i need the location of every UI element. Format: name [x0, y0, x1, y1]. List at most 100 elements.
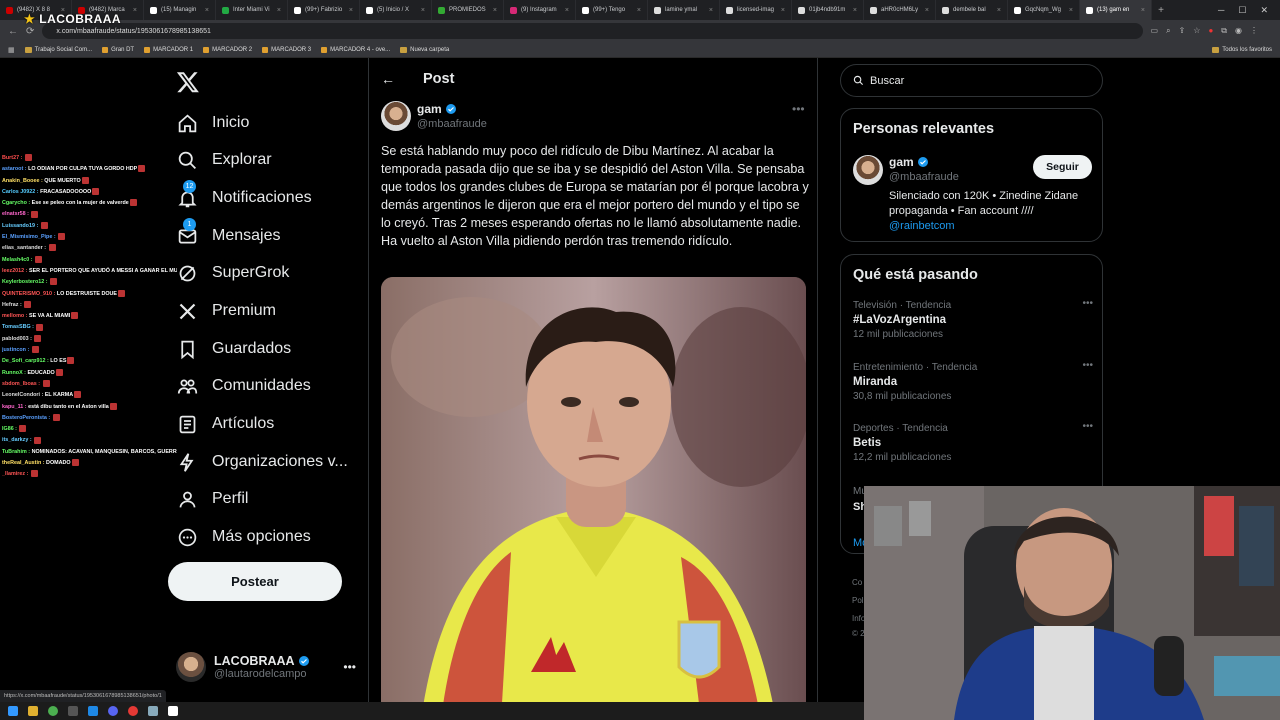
close-window-icon[interactable]: ✕ — [1260, 5, 1268, 16]
back-nav-icon[interactable]: ← — [8, 26, 18, 37]
tab-close-icon[interactable]: × — [565, 7, 569, 14]
tab-close-icon[interactable]: × — [781, 7, 785, 14]
relevant-handle[interactable]: @mbaafraude — [889, 171, 959, 183]
author-name[interactable]: gam — [417, 102, 442, 116]
folder-icon[interactable] — [28, 706, 38, 716]
tab-close-icon[interactable]: × — [709, 7, 713, 14]
nav-item-notificaciones[interactable]: 12 Notificaciones — [176, 180, 312, 209]
relevant-name-row[interactable]: gam — [889, 155, 929, 169]
browser-tab[interactable]: licensed-imag × — [720, 0, 792, 20]
browser-tab[interactable]: dembele bal × — [936, 0, 1008, 20]
bookmark-item[interactable]: MARCADOR 2 — [203, 46, 252, 53]
nav-item-premium[interactable]: Premium — [176, 300, 276, 322]
trend-more-icon[interactable]: ••• — [1082, 298, 1093, 309]
maximize-icon[interactable]: ☐ — [1238, 5, 1246, 16]
browser-tab[interactable]: (5) Inicio / X × — [360, 0, 432, 20]
trend-item[interactable]: Deportes · Tendencia Betis 12,2 mil public… — [853, 421, 1093, 463]
browser-tab[interactable]: (99+) Tengo × — [576, 0, 648, 20]
bookmark-item[interactable]: MARCADOR 1 — [144, 46, 193, 53]
author-name-row[interactable]: gam — [417, 102, 457, 116]
account-switcher[interactable]: LACOBRAAA @lautarodelcampo ••• — [176, 650, 356, 684]
discord-icon[interactable] — [108, 706, 118, 716]
url-field[interactable]: x.com/mbaafraude/status/1953061678985138… — [42, 23, 1143, 39]
tab-close-icon[interactable]: × — [349, 7, 353, 14]
trend-more-icon[interactable]: ••• — [1082, 360, 1093, 371]
start-icon[interactable] — [8, 706, 18, 716]
post-button[interactable]: Postear — [168, 562, 342, 601]
author-handle[interactable]: @mbaafraude — [417, 118, 487, 130]
avatar[interactable] — [853, 155, 883, 185]
bookmark-item[interactable]: Gran DT — [102, 46, 134, 53]
browser-tab[interactable]: (13) gam en × — [1080, 0, 1152, 20]
nav-item-perfil[interactable]: Perfil — [176, 488, 248, 510]
share-icon[interactable]: ⇪ — [1179, 26, 1186, 36]
new-tab-button[interactable]: + — [1152, 5, 1170, 16]
record-icon[interactable] — [128, 706, 138, 716]
bookmark-item[interactable]: MARCADOR 4 - ove... — [321, 46, 390, 53]
bookmark-item[interactable]: MARCADOR 3 — [262, 46, 311, 53]
tab-close-icon[interactable]: × — [277, 7, 281, 14]
tab-favicon-icon — [726, 6, 733, 14]
browser-tab[interactable]: 01jb4ndb91m × — [792, 0, 864, 20]
nav-item-explorar[interactable]: Explorar — [176, 149, 272, 171]
chrome-icon[interactable] — [48, 706, 58, 716]
app-icon[interactable] — [88, 706, 98, 716]
app3-icon[interactable] — [168, 706, 178, 716]
app2-icon[interactable] — [148, 706, 158, 716]
tab-close-icon[interactable]: × — [421, 7, 425, 14]
tab-close-icon[interactable]: × — [1069, 7, 1073, 14]
tab-close-icon[interactable]: × — [853, 7, 857, 14]
browser-tab[interactable]: aHR0cHM6Ly × — [864, 0, 936, 20]
post-photo[interactable] — [381, 277, 806, 720]
minimize-icon[interactable]: ─ — [1218, 5, 1224, 16]
nav-item-guardados[interactable]: Guardados — [176, 338, 291, 360]
browser-tab[interactable]: (9) Instagram × — [504, 0, 576, 20]
bookmark-item[interactable]: Nueva carpeta — [400, 46, 449, 53]
tab-close-icon[interactable]: × — [925, 7, 929, 14]
menu-dots-icon[interactable]: ⋮ — [1250, 26, 1258, 36]
zoom-icon[interactable]: ⌕ — [1166, 26, 1170, 36]
nav-label: Guardados — [212, 340, 292, 357]
browser-tab[interactable]: Inter Miami Vi × — [216, 0, 288, 20]
tab-close-icon[interactable]: × — [493, 7, 497, 14]
extension-icon[interactable]: ● — [1208, 26, 1213, 36]
tab-close-icon[interactable]: × — [637, 7, 641, 14]
tab-close-icon[interactable]: × — [133, 7, 137, 14]
obs-icon[interactable] — [68, 706, 78, 716]
bookmark-item[interactable]: Trabajo Social Com... — [24, 46, 92, 53]
tab-close-icon[interactable]: × — [1141, 7, 1145, 14]
nav-item-organizaciones-v[interactable]: Organizaciones v... — [176, 451, 348, 473]
follow-button[interactable]: Seguir — [1033, 155, 1092, 179]
post-more-icon[interactable]: ••• — [792, 102, 805, 116]
all-bookmarks[interactable]: Todos los favoritos — [1212, 46, 1280, 53]
trend-more-icon[interactable]: ••• — [1082, 421, 1093, 432]
browser-tab[interactable]: PROMIEDOS × — [432, 0, 504, 20]
relevant-name[interactable]: gam — [889, 155, 914, 169]
tab-close-icon[interactable]: × — [205, 7, 209, 14]
apps-grid-icon[interactable]: ▦ — [8, 46, 15, 54]
browser-tab[interactable]: lamine ymal × — [648, 0, 720, 20]
profile-avatar-icon[interactable]: ◉ — [1235, 26, 1242, 36]
search-field[interactable]: Buscar — [840, 64, 1103, 97]
star-bookmark-icon[interactable]: ☆ — [1193, 26, 1200, 36]
reload-icon[interactable]: ⟳ — [26, 26, 34, 37]
nav-item-más-opciones[interactable]: Más opciones — [176, 526, 311, 548]
nav-item-supergrok[interactable]: SuperGrok — [176, 262, 289, 284]
trend-item[interactable]: Televisión · Tendencia #LaVozArgentina 12 … — [853, 298, 1093, 340]
bio-link[interactable]: @rainbetcom — [889, 219, 1094, 234]
nav-item-inicio[interactable]: Inicio — [176, 112, 249, 134]
nav-item-comunidades[interactable]: Comunidades — [176, 375, 311, 397]
tab-close-icon[interactable]: × — [997, 7, 1001, 14]
nav-item-artículos[interactable]: Artículos — [176, 413, 274, 435]
trend-item[interactable]: Entretenimiento · Tendencia Miranda 30,8 m… — [853, 360, 1093, 402]
back-arrow-icon[interactable]: ← — [381, 71, 395, 87]
browser-tab[interactable]: GqcNqm_Wg × — [1008, 0, 1080, 20]
x-logo-icon[interactable] — [176, 70, 200, 94]
nav-item-mensajes[interactable]: 1 Mensajes — [176, 218, 280, 247]
cast-icon[interactable]: ▭ — [1151, 26, 1159, 36]
browser-tab[interactable]: (99+) Fabrizio × — [288, 0, 360, 20]
author-avatar[interactable] — [381, 101, 411, 131]
extensions-puzzle-icon[interactable]: ⧉ — [1221, 26, 1227, 36]
browser-tab[interactable]: (15) Managin × — [144, 0, 216, 20]
account-more-icon[interactable]: ••• — [343, 660, 356, 674]
